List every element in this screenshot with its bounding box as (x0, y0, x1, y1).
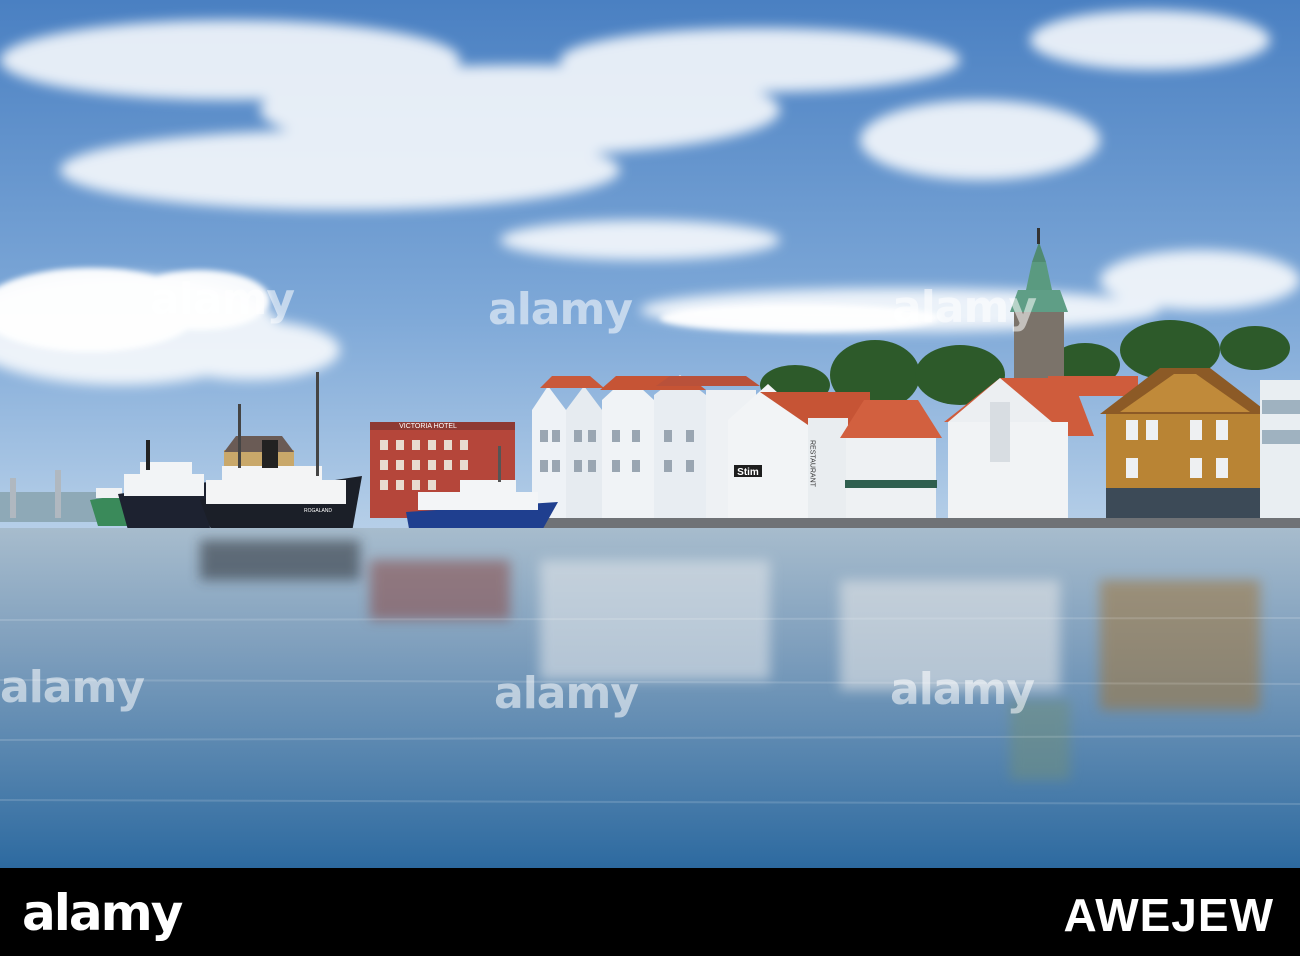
harbour-photo: VICTORIA HOTEL Stim RESTAURANT ROGALAND … (0, 0, 1300, 868)
footer-logo: alamy (22, 884, 183, 942)
restaurant-sign: RESTAURANT (809, 440, 816, 488)
image-id: AWEJEW (1063, 889, 1274, 941)
stim-sign: Stim (737, 467, 759, 478)
right-modern-building (1260, 380, 1300, 520)
stock-footer-bar: alamy AWEJEW (0, 868, 1300, 956)
ship-name: ROGALAND (304, 508, 332, 514)
harbour-scene: VICTORIA HOTEL Stim RESTAURANT ROGALAND (0, 0, 1300, 868)
hotel-sign: VICTORIA HOTEL (399, 423, 457, 430)
